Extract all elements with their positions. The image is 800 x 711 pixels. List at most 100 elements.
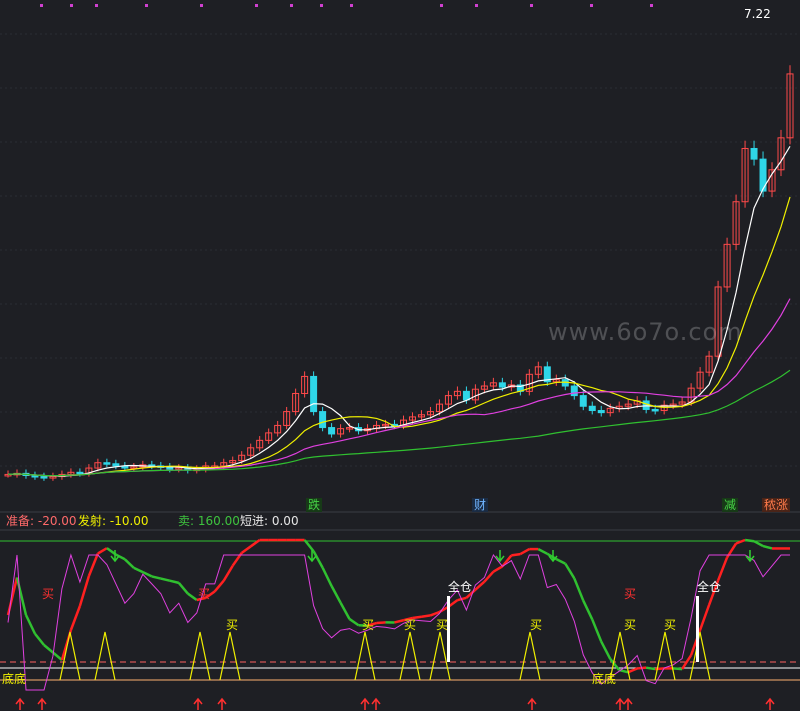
indicator-line — [564, 562, 576, 579]
buy-arrow — [371, 697, 381, 710]
buy-label: 买 — [226, 618, 239, 632]
indicator-line — [582, 599, 594, 620]
indicator-line — [97, 547, 108, 555]
event-marker[interactable]: 减 — [722, 498, 739, 512]
buy-label: 买 — [624, 587, 637, 601]
indicator-line — [43, 644, 54, 654]
indicator-line — [160, 577, 171, 582]
top-dot — [290, 4, 293, 7]
buy-arrow — [615, 697, 625, 710]
signal-triangle — [654, 631, 676, 681]
candle-body — [40, 476, 48, 479]
candle-body — [498, 382, 506, 388]
indicator-line — [303, 539, 315, 553]
indicator-line — [87, 553, 100, 577]
signal-triangle — [519, 631, 541, 681]
indicator-line — [555, 558, 566, 565]
indicator-line — [33, 632, 45, 646]
indicator-line — [240, 545, 252, 554]
indicator-line — [123, 558, 135, 569]
top-dot — [70, 4, 73, 7]
candlestick-chart[interactable] — [0, 0, 800, 711]
indicator-line — [69, 605, 82, 631]
indicator-line — [78, 575, 91, 607]
candle-body — [31, 475, 39, 478]
top-dot — [320, 4, 323, 7]
top-dot — [530, 4, 533, 7]
event-marker[interactable]: 财 — [472, 498, 489, 512]
buy-arrow — [15, 697, 25, 710]
chart-window: 7.22 www.6o7o.com 跌 财 减 秾涨 准备: -20.00 发射: -1… — [0, 0, 800, 711]
candle-body — [462, 390, 470, 401]
signal-triangle — [689, 631, 711, 681]
candle-body — [310, 375, 318, 413]
candle-body — [651, 408, 659, 412]
indicator-line — [492, 565, 504, 573]
event-marker[interactable]: 秾涨 — [762, 498, 791, 512]
bottom-label: 底底 — [2, 672, 27, 686]
buy-arrow — [527, 697, 537, 710]
top-dot — [650, 4, 653, 7]
signal-triangle — [94, 631, 116, 681]
indicator-line — [716, 556, 729, 581]
indicator-line — [673, 667, 683, 671]
buy-label: 买 — [664, 618, 677, 632]
candle-body — [76, 471, 84, 475]
indicator-line — [376, 621, 386, 625]
event-marker[interactable]: 跌 — [306, 498, 323, 512]
top-dot — [200, 4, 203, 7]
buy-label: 买 — [530, 618, 543, 632]
signal-triangle — [219, 631, 241, 681]
buy-arrow — [360, 697, 370, 710]
top-dot — [440, 4, 443, 7]
indicator-value: 准备: -20.00 — [6, 514, 77, 528]
buy-arrow — [37, 697, 47, 710]
indicator-line — [537, 547, 548, 555]
buy-arrow — [217, 697, 227, 710]
indicator-line — [133, 566, 144, 574]
indicator-line — [600, 641, 612, 660]
indicator-line — [348, 618, 360, 627]
indicator-line — [627, 667, 638, 674]
indicator-line — [474, 580, 486, 591]
candle-body — [328, 427, 336, 435]
price-high-label: 7.22 — [744, 7, 771, 21]
indicator-line — [394, 619, 404, 624]
indicator-line — [52, 651, 63, 661]
indicator-line — [645, 666, 656, 671]
buy-arrow — [193, 697, 203, 710]
buy-arrow — [765, 697, 775, 710]
buy-label: 买 — [198, 587, 211, 601]
top-dot — [475, 4, 478, 7]
top-dot — [350, 4, 353, 7]
indicator-line — [511, 552, 521, 557]
indicator-line — [421, 614, 431, 618]
indicator-line — [24, 614, 37, 635]
signal-triangle — [399, 631, 421, 681]
indicator-header: 准备: -20.00 发射: -10.00 卖: 160.00 短进: 0.00 — [0, 513, 800, 529]
indicator-value: 短进: 0.00 — [240, 514, 299, 528]
candle-body — [112, 463, 120, 467]
candle-body — [579, 395, 587, 407]
buy-label: 买 — [42, 587, 55, 601]
candle-body — [597, 410, 605, 414]
indicator-line — [591, 618, 603, 643]
indicator-line — [330, 585, 342, 604]
watermark: www.6o7o.com — [548, 318, 743, 346]
indicator-line — [187, 592, 198, 602]
candle-body — [319, 411, 327, 429]
indicator-line — [15, 577, 28, 616]
full-position-label: 全仓 — [697, 580, 722, 594]
top-dot — [95, 4, 98, 7]
indicator-line — [312, 550, 324, 569]
indicator-line — [744, 538, 755, 543]
indicator-line — [573, 577, 585, 602]
full-position-bar — [696, 596, 699, 662]
buy-label: 买 — [404, 618, 417, 632]
candle-body — [103, 462, 111, 465]
full-position-label: 全仓 — [448, 580, 473, 594]
top-dot — [145, 4, 148, 7]
indicator-line — [753, 540, 764, 548]
candle-body — [570, 385, 578, 397]
indicator-line — [698, 604, 711, 631]
